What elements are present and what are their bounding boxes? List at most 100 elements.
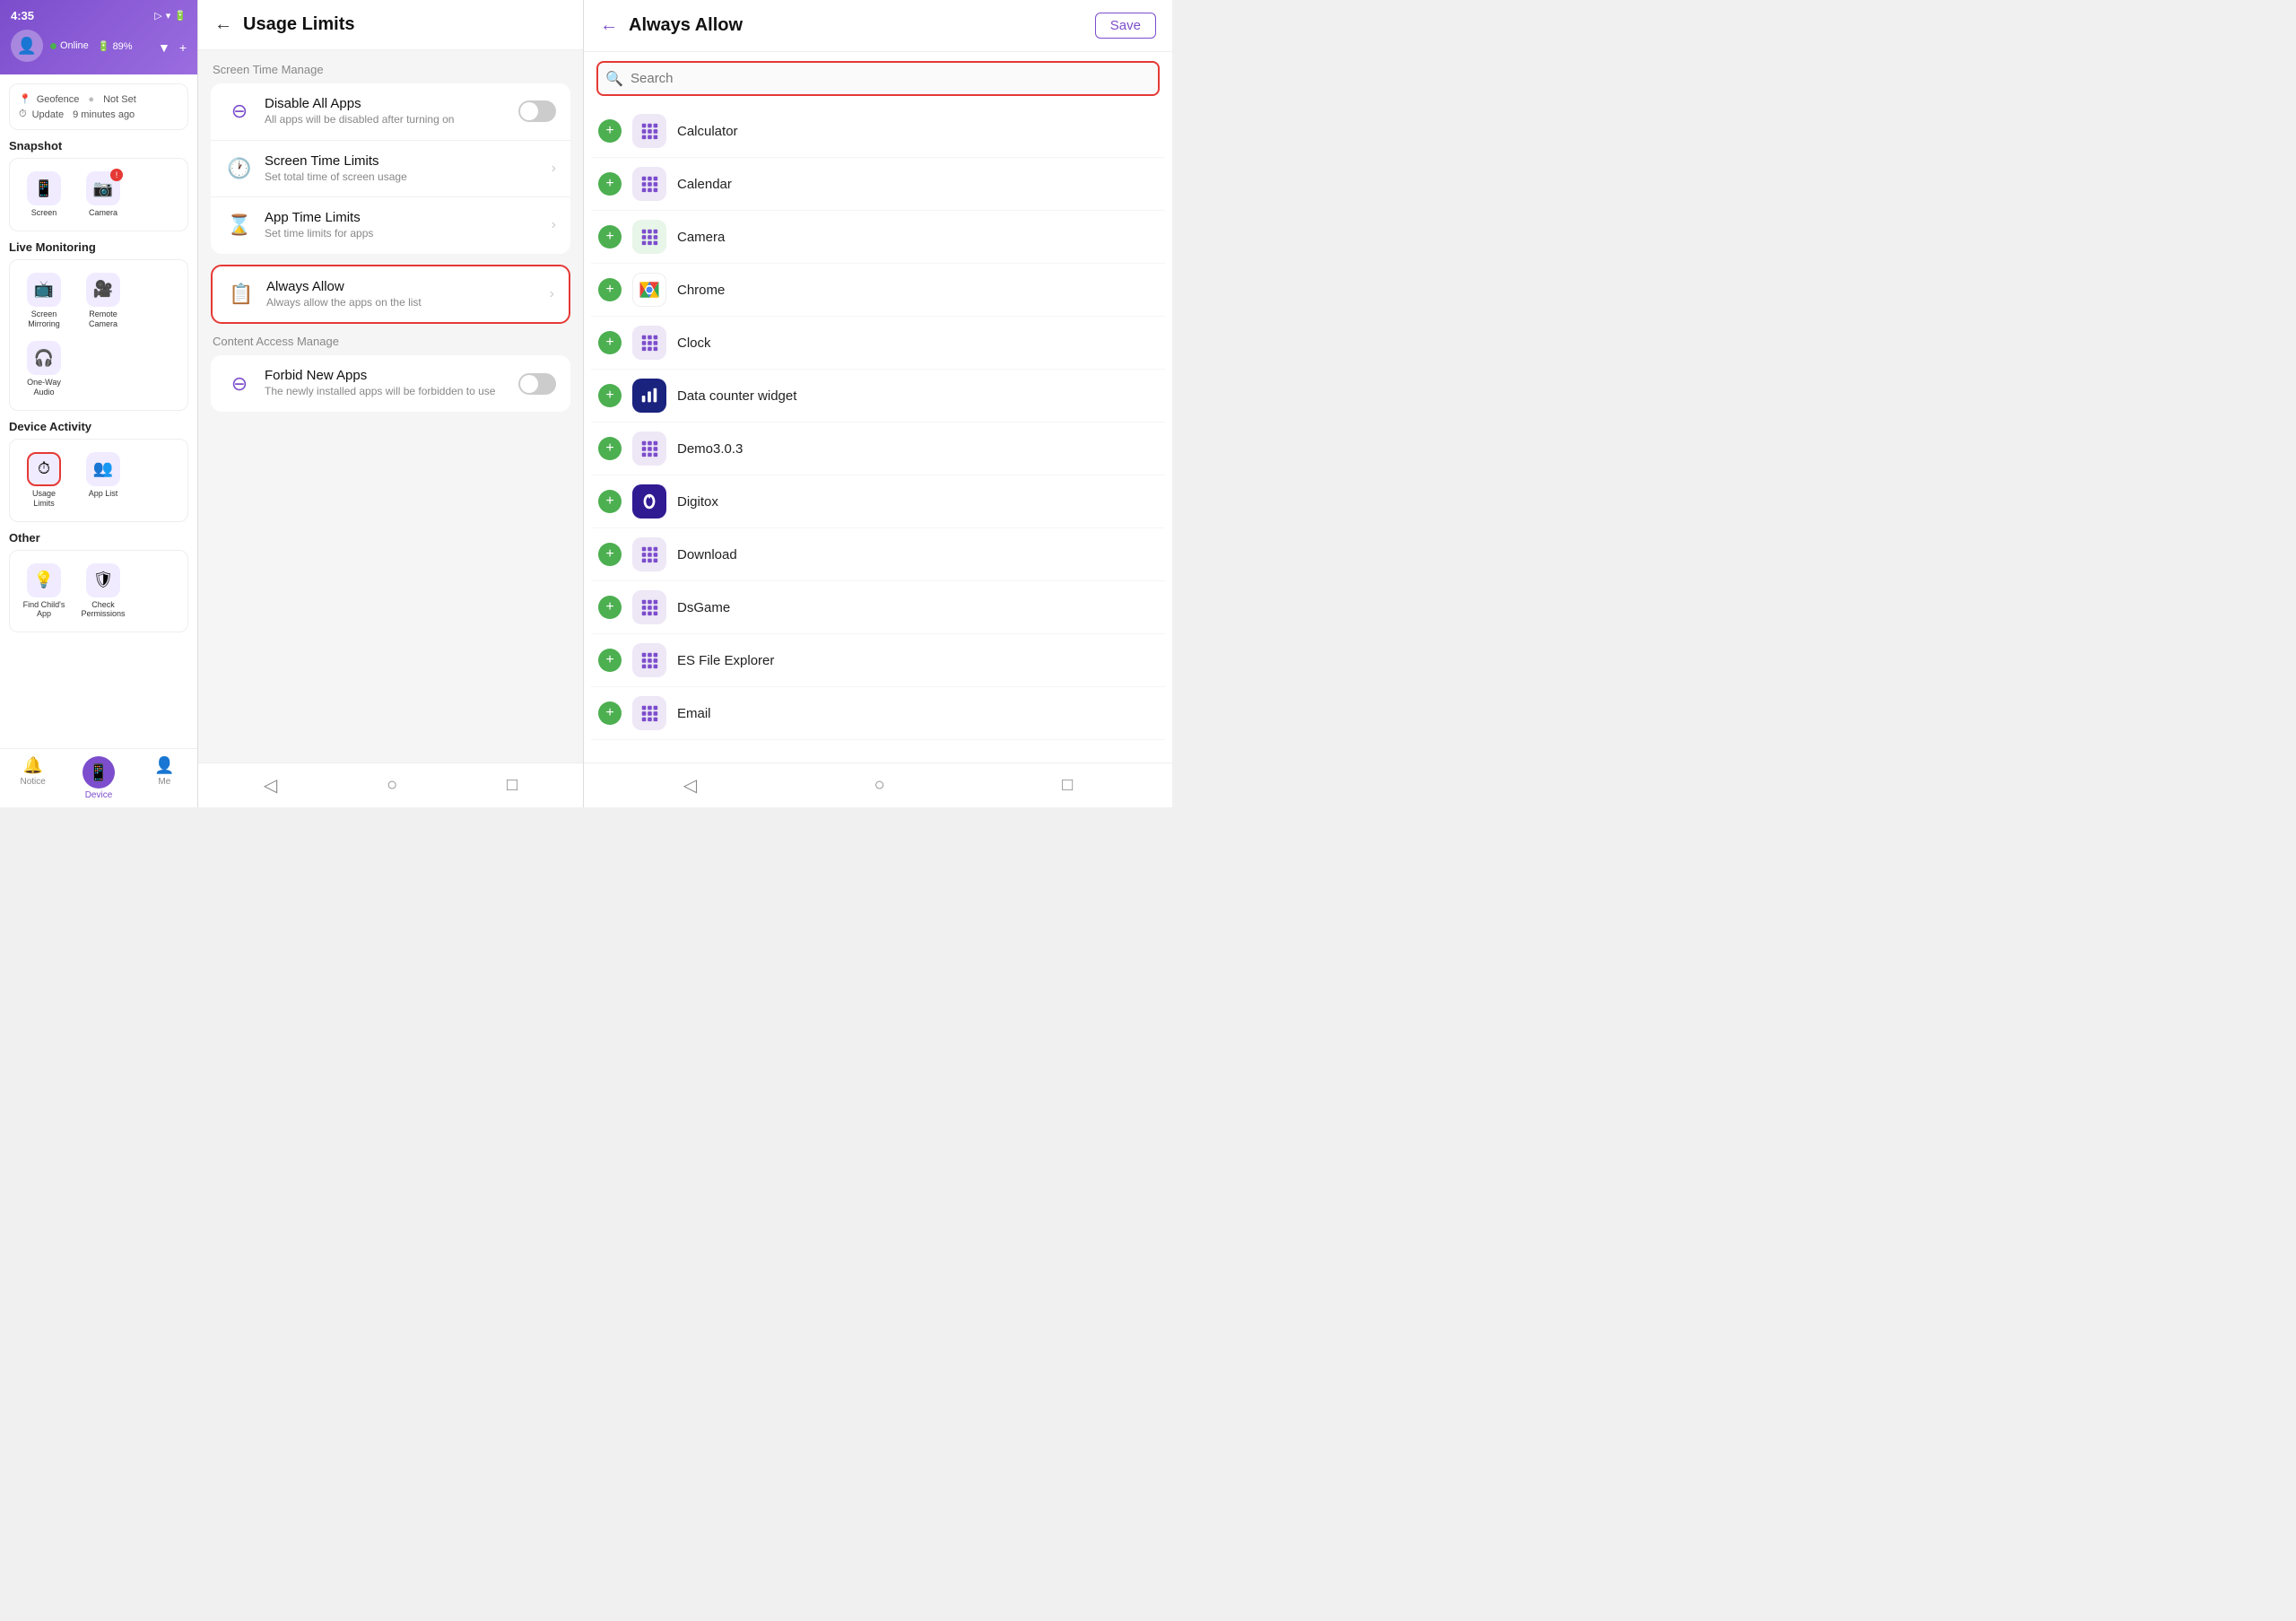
email-name: Email (677, 706, 711, 721)
middle-panel-title: Usage Limits (243, 14, 354, 35)
screen-time-manage-card: ⊖ Disable All Apps All apps will be disa… (211, 83, 570, 254)
geofence-value: Not Set (103, 94, 136, 105)
screen-time-manage-header: Screen Time Manage (211, 63, 570, 76)
es-file-add-btn[interactable]: + (598, 649, 622, 672)
nav-device[interactable]: 📱 Device (65, 749, 131, 807)
camera-add-btn[interactable]: + (598, 225, 622, 248)
middle-header: ← Usage Limits (198, 0, 583, 50)
chrome-add-btn[interactable]: + (598, 278, 622, 301)
find-childs-app-item[interactable]: 💡 Find Child's App (17, 560, 71, 623)
snapshot-camera-item[interactable]: 📷 ! Camera (76, 168, 130, 222)
usage-limits-label: Usage Limits (21, 489, 67, 509)
app-item-digitox[interactable]: + Digitox (591, 475, 1165, 528)
demo-add-btn[interactable]: + (598, 437, 622, 460)
right-back-nav-icon[interactable]: ◁ (683, 774, 697, 797)
right-back-button[interactable]: ← (600, 15, 618, 36)
usage-limits-icon: ⏱ (27, 452, 61, 486)
app-item-calendar[interactable]: + Calendar (591, 158, 1165, 211)
app-list-item[interactable]: 👥 App List (76, 449, 130, 512)
check-permissions-item[interactable]: 🛡 Check Permissions (76, 560, 130, 623)
chrome-name: Chrome (677, 283, 725, 298)
add-icon[interactable]: + (179, 40, 187, 55)
wifi-icon: ▾ (166, 10, 171, 22)
nav-notice[interactable]: 🔔 Notice (0, 749, 65, 807)
forbid-new-apps-text: Forbid New Apps The newly installed apps… (265, 368, 508, 399)
screen-mirroring-item[interactable]: 📺 Screen Mirroring (17, 269, 71, 333)
app-time-limits-arrow: › (552, 217, 556, 233)
right-home-nav-icon[interactable]: ○ (874, 775, 885, 796)
live-monitoring-items: 📺 Screen Mirroring 🎥 Remote Camera 🎧 One… (17, 269, 180, 401)
left-body: 📍 Geofence ● Not Set ⏱ Update 9 minutes … (0, 74, 197, 748)
middle-back-nav-icon[interactable]: ◁ (264, 774, 277, 797)
middle-home-nav-icon[interactable]: ○ (387, 775, 397, 796)
avatar: 👤 (11, 30, 43, 62)
app-item-data-counter[interactable]: + Data counter widget (591, 370, 1165, 423)
app-item-camera[interactable]: + Camera (591, 211, 1165, 264)
remote-camera-item[interactable]: 🎥 Remote Camera (76, 269, 130, 333)
device-icon: 📱 (83, 756, 115, 789)
middle-bottom-nav: ◁ ○ □ (198, 763, 583, 807)
device-label: Device (85, 790, 113, 800)
forbid-new-apps-toggle[interactable] (518, 373, 556, 395)
one-way-audio-item[interactable]: 🎧 One-Way Audio (17, 337, 71, 401)
snapshot-screen-label: Screen (31, 208, 57, 218)
online-dot (50, 43, 57, 49)
geofence-icon: 📍 (19, 93, 31, 105)
device-activity-label: Device Activity (9, 420, 188, 433)
battery-icon: 🔋 (174, 10, 187, 22)
live-monitoring-section: 📺 Screen Mirroring 🎥 Remote Camera 🎧 One… (9, 259, 188, 411)
app-item-es-file-explorer[interactable]: + ES File Explorer (591, 634, 1165, 687)
header-actions: ▼ + (158, 40, 187, 55)
geofence-label: Geofence (37, 94, 80, 105)
app-item-chrome[interactable]: + Chrome (591, 264, 1165, 317)
disable-all-apps-item[interactable]: ⊖ Disable All Apps All apps will be disa… (211, 83, 570, 141)
app-item-download[interactable]: + Download (591, 528, 1165, 581)
app-item-clock[interactable]: + Clock (591, 317, 1165, 370)
calendar-add-btn[interactable]: + (598, 172, 622, 196)
snapshot-screen-item[interactable]: 📱 Screen (17, 168, 71, 222)
app-item-email[interactable]: + Email (591, 687, 1165, 740)
clock-name: Clock (677, 336, 711, 351)
app-item-demo[interactable]: + Demo3.0.3 (591, 423, 1165, 475)
app-item-dsgame[interactable]: + DsGame (591, 581, 1165, 634)
snapshot-items: 📱 Screen 📷 ! Camera (17, 168, 180, 222)
app-time-limits-title: App Time Limits (265, 210, 541, 225)
middle-panel: ← Usage Limits Screen Time Manage ⊖ Disa… (197, 0, 583, 807)
find-childs-app-label: Find Child's App (21, 600, 67, 620)
update-icon: ⏱ (19, 109, 27, 120)
always-allow-item[interactable]: 📋 Always Allow Always allow the apps on … (213, 266, 569, 323)
nav-me[interactable]: 👤 Me (132, 749, 197, 807)
digitox-add-btn[interactable]: + (598, 490, 622, 513)
online-label: Online (60, 40, 89, 51)
camera-icon (632, 220, 666, 254)
dsgame-add-btn[interactable]: + (598, 596, 622, 619)
middle-back-button[interactable]: ← (214, 14, 232, 35)
search-input[interactable] (596, 61, 1160, 96)
geofence-row: 📍 Geofence ● Not Set (19, 92, 178, 107)
left-header: 4:35 ▷ ▾ 🔋 👤 Online 🔋 89% ▼ + (0, 0, 197, 74)
digitox-icon (632, 484, 666, 519)
calculator-add-btn[interactable]: + (598, 119, 622, 143)
left-panel: 4:35 ▷ ▾ 🔋 👤 Online 🔋 89% ▼ + (0, 0, 197, 807)
always-allow-sub: Always allow the apps on the list (266, 296, 539, 310)
always-allow-icon: 📋 (227, 280, 256, 309)
camera-name: Camera (677, 230, 725, 245)
disable-all-apps-toggle[interactable] (518, 100, 556, 122)
email-add-btn[interactable]: + (598, 702, 622, 725)
download-add-btn[interactable]: + (598, 543, 622, 566)
forbid-new-apps-item[interactable]: ⊖ Forbid New Apps The newly installed ap… (211, 355, 570, 412)
clock-add-btn[interactable]: + (598, 331, 622, 354)
snapshot-camera-label: Camera (89, 208, 117, 218)
screen-time-limits-item[interactable]: 🕐 Screen Time Limits Set total time of s… (211, 141, 570, 198)
right-recents-nav-icon[interactable]: □ (1062, 775, 1073, 796)
save-button[interactable]: Save (1095, 13, 1156, 39)
dropdown-icon[interactable]: ▼ (158, 40, 170, 55)
app-item-calculator[interactable]: + Calculator (591, 105, 1165, 158)
app-time-limits-item[interactable]: ⌛ App Time Limits Set time limits for ap… (211, 197, 570, 254)
middle-recents-nav-icon[interactable]: □ (507, 775, 517, 796)
search-box: 🔍 (596, 61, 1160, 96)
right-panel-title: Always Allow (629, 15, 1084, 36)
usage-limits-item[interactable]: ⏱ Usage Limits (17, 449, 71, 512)
screen-time-limits-sub: Set total time of screen usage (265, 170, 541, 185)
data-counter-add-btn[interactable]: + (598, 384, 622, 407)
